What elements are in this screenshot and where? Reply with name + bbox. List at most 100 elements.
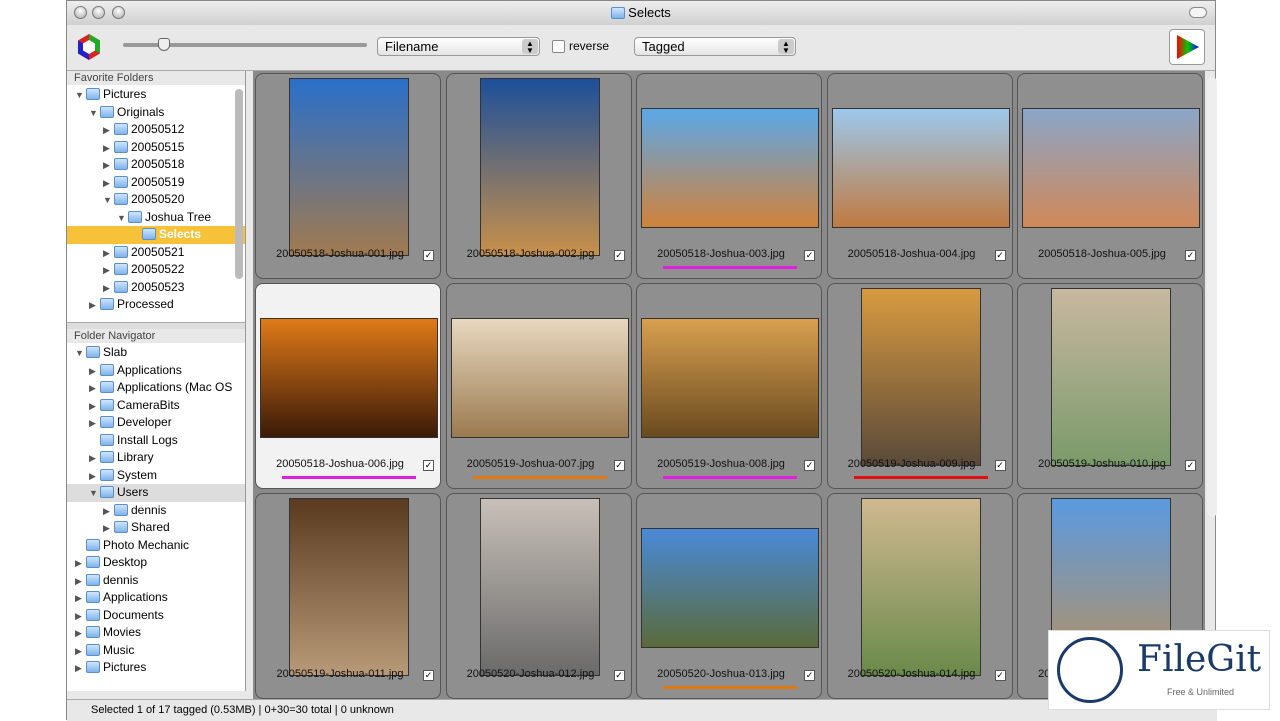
tree-item[interactable]: ▶ Shared xyxy=(67,519,245,537)
tree-item[interactable]: ▶ Pictures xyxy=(67,659,245,677)
thumbnail-cell[interactable]: 20050518-Joshua-006.jpg ✓ xyxy=(255,283,441,489)
thumbnail-image[interactable] xyxy=(479,78,600,256)
disclosure-triangle-icon[interactable]: ▶ xyxy=(103,262,114,280)
grid-scrollbar[interactable] xyxy=(1207,77,1217,517)
tree-item[interactable]: ▼ Slab xyxy=(67,344,245,362)
color-picker-button[interactable] xyxy=(1169,29,1205,65)
tree-item[interactable]: ▶ Desktop xyxy=(67,554,245,572)
disclosure-triangle-icon[interactable]: ▶ xyxy=(75,608,86,626)
tree-item[interactable]: ▼ Originals xyxy=(67,104,245,122)
sort-select[interactable]: Filename ▲ ▼ xyxy=(377,37,540,56)
disclosure-triangle-icon[interactable]: ▶ xyxy=(75,573,86,591)
toolbar-toggle-button[interactable] xyxy=(1189,7,1207,18)
tree-item[interactable]: ▶ 20050523 xyxy=(67,279,245,297)
disclosure-triangle-icon[interactable]: ▶ xyxy=(89,468,100,486)
thumbnail-image[interactable] xyxy=(1022,108,1200,228)
tree-item[interactable]: ▶ Documents xyxy=(67,607,245,625)
tree-item[interactable]: ▶ 20050512 xyxy=(67,121,245,139)
tree-item[interactable]: ▶ Processed xyxy=(67,296,245,314)
disclosure-triangle-icon[interactable]: ▼ xyxy=(89,105,100,123)
tree-item[interactable]: ▶ Library xyxy=(67,449,245,467)
tree-item[interactable]: ▶ dennis xyxy=(67,572,245,590)
disclosure-triangle-icon[interactable]: ▶ xyxy=(103,280,114,298)
tree-item[interactable]: ▶ 20050519 xyxy=(67,174,245,192)
tree-item[interactable]: Photo Mechanic xyxy=(67,537,245,555)
tree-item[interactable]: ▶ CameraBits xyxy=(67,397,245,415)
close-button[interactable] xyxy=(74,6,87,19)
tag-checkbox[interactable]: ✓ xyxy=(1185,250,1196,261)
minimize-button[interactable] xyxy=(92,6,105,19)
filter-select[interactable]: Tagged ▲ ▼ xyxy=(634,37,796,56)
disclosure-triangle-icon[interactable]: ▶ xyxy=(75,555,86,573)
tag-checkbox[interactable]: ✓ xyxy=(613,460,625,471)
tag-checkbox[interactable]: ✓ xyxy=(613,250,625,261)
tag-checkbox[interactable]: ✓ xyxy=(994,460,1006,471)
tree-item[interactable]: ▶ 20050518 xyxy=(67,156,245,174)
thumbnail-cell[interactable]: 20050520-Joshua-012.jpg ✓ xyxy=(445,493,632,699)
tree-item[interactable]: ▶ 20050521 xyxy=(67,244,245,262)
disclosure-triangle-icon[interactable]: ▶ xyxy=(103,122,114,140)
thumbnail-image[interactable] xyxy=(860,288,981,466)
thumbnail-cell[interactable]: 20050520-Joshua-014.jpg ✓ xyxy=(826,493,1013,699)
tree-item[interactable]: ▼ Pictures xyxy=(67,86,245,104)
thumbnail-image[interactable] xyxy=(641,528,819,648)
tree-item[interactable]: ▶ 20050515 xyxy=(67,139,245,157)
thumbnail-image[interactable] xyxy=(260,318,438,438)
thumbnail-image[interactable] xyxy=(641,108,819,228)
tag-checkbox[interactable]: ✓ xyxy=(804,670,815,681)
thumbnail-image[interactable] xyxy=(450,318,629,438)
tag-checkbox[interactable]: ✓ xyxy=(994,250,1006,261)
favorites-scrollbar[interactable] xyxy=(235,89,243,279)
tree-item[interactable]: ▼ 20050520 xyxy=(67,191,245,209)
disclosure-triangle-icon[interactable]: ▶ xyxy=(103,157,114,175)
thumbnail-cell[interactable]: 20050518-Joshua-005.jpg ✓ xyxy=(1017,73,1203,279)
tree-item[interactable]: Selects xyxy=(67,226,245,244)
tag-checkbox[interactable]: ✓ xyxy=(804,250,815,261)
disclosure-triangle-icon[interactable]: ▶ xyxy=(89,363,100,381)
thumbnail-cell[interactable]: 20050519-Joshua-011.jpg ✓ xyxy=(255,493,441,699)
tag-checkbox[interactable]: ✓ xyxy=(423,460,434,471)
disclosure-triangle-icon[interactable]: ▶ xyxy=(103,175,114,193)
disclosure-triangle-icon[interactable]: ▼ xyxy=(117,210,128,228)
tree-item[interactable]: ▶ 20050522 xyxy=(67,261,245,279)
thumbnail-image[interactable] xyxy=(289,78,409,256)
reverse-checkbox[interactable] xyxy=(552,40,565,53)
tree-item[interactable]: ▶ Developer xyxy=(67,414,245,432)
thumbnail-cell[interactable]: 20050518-Joshua-004.jpg ✓ xyxy=(826,73,1013,279)
thumbnail-image[interactable] xyxy=(289,498,409,676)
tag-checkbox[interactable]: ✓ xyxy=(1185,460,1196,471)
disclosure-triangle-icon[interactable]: ▼ xyxy=(75,345,86,363)
tree-item[interactable]: ▶ Music xyxy=(67,642,245,660)
thumbnail-cell[interactable]: 20050519-Joshua-007.jpg ✓ xyxy=(445,283,632,489)
thumbnail-cell[interactable]: 20050519-Joshua-008.jpg ✓ xyxy=(636,283,822,489)
disclosure-triangle-icon[interactable]: ▶ xyxy=(89,380,100,398)
tag-checkbox[interactable]: ✓ xyxy=(423,250,434,261)
tag-checkbox[interactable]: ✓ xyxy=(804,460,815,471)
tag-checkbox[interactable]: ✓ xyxy=(423,670,434,681)
thumbnail-cell[interactable]: 20050520-Joshua-013.jpg ✓ xyxy=(636,493,822,699)
thumbnail-cell[interactable]: 20050519-Joshua-010.jpg ✓ xyxy=(1017,283,1203,489)
thumbnail-cell[interactable]: 20050518-Joshua-001.jpg ✓ xyxy=(255,73,441,279)
tree-item[interactable]: ▶ Movies xyxy=(67,624,245,642)
thumbnail-cell[interactable]: 20050518-Joshua-002.jpg ✓ xyxy=(445,73,632,279)
disclosure-triangle-icon[interactable]: ▶ xyxy=(75,660,86,678)
thumbnail-size-slider[interactable] xyxy=(123,38,367,51)
tree-item[interactable]: ▼ Users xyxy=(67,484,245,502)
thumbnail-image[interactable] xyxy=(860,498,981,676)
disclosure-triangle-icon[interactable]: ▶ xyxy=(75,590,86,608)
thumbnail-image[interactable] xyxy=(479,498,600,676)
tree-item[interactable]: ▶ System xyxy=(67,467,245,485)
disclosure-triangle-icon[interactable]: ▶ xyxy=(89,297,100,315)
thumbnail-cell[interactable]: 20050518-Joshua-003.jpg ✓ xyxy=(636,73,822,279)
tree-item[interactable]: ▶ Applications xyxy=(67,589,245,607)
disclosure-triangle-icon[interactable]: ▶ xyxy=(103,520,114,538)
disclosure-triangle-icon[interactable]: ▼ xyxy=(103,192,114,210)
disclosure-triangle-icon[interactable]: ▶ xyxy=(103,503,114,521)
disclosure-triangle-icon[interactable]: ▶ xyxy=(103,140,114,158)
slider-knob[interactable] xyxy=(158,38,171,51)
tag-checkbox[interactable]: ✓ xyxy=(613,670,625,681)
tag-checkbox[interactable]: ✓ xyxy=(994,670,1006,681)
tree-item[interactable]: ▼ Joshua Tree xyxy=(67,209,245,227)
tree-item[interactable]: ▶ dennis xyxy=(67,502,245,520)
disclosure-triangle-icon[interactable]: ▶ xyxy=(89,415,100,433)
